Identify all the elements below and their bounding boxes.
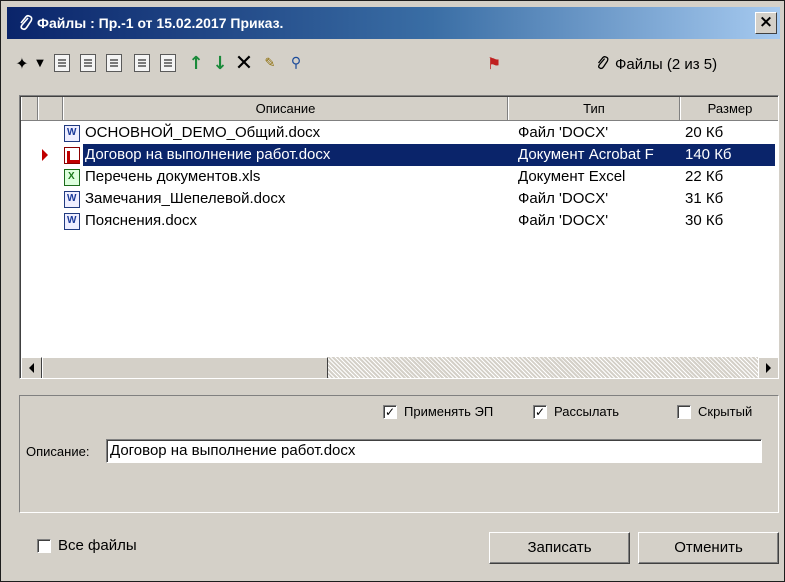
view-file-icon [80, 54, 96, 72]
compare-button[interactable] [131, 51, 153, 75]
cell-name: Замечания_Шепелевой.docx [85, 190, 286, 207]
cell-name: Перечень документов.xls [85, 168, 261, 185]
cell-type: Файл 'DOCX' [518, 212, 609, 229]
send-checkbox[interactable]: ✓ Рассылать [533, 404, 619, 419]
move-up-icon: ↑ [188, 52, 204, 74]
row-indicator-header [21, 97, 38, 120]
excel-doc-icon [64, 169, 80, 186]
horizontal-scrollbar[interactable] [21, 357, 778, 378]
paste-button[interactable] [157, 51, 179, 75]
delete-icon: ✕ [234, 50, 254, 76]
apply-ep-check-icon[interactable]: ✓ [383, 404, 397, 419]
cell-size: 140 Кб [680, 144, 775, 166]
word-doc-icon [64, 213, 80, 230]
verify-icon: ⚲ [290, 55, 302, 71]
column-header-type[interactable]: Тип [508, 97, 680, 120]
dropdown-arrow-icon: ▼ [36, 57, 44, 69]
copy-file-icon [54, 54, 70, 72]
hidden-label: Скрытый [698, 404, 753, 419]
cell-name: Договор на выполнение работ.docx [83, 144, 508, 166]
paperclip-icon [597, 56, 609, 70]
cancel-button[interactable]: Отменить [638, 532, 779, 564]
cell-size: 31 Кб [685, 190, 724, 207]
priority-icon: ⚑ [486, 53, 502, 73]
close-button[interactable]: × [755, 12, 777, 34]
table-row[interactable]: Пояснения.docx Файл 'DOCX' 30 Кб [21, 210, 778, 232]
add-file-dropdown[interactable]: ▼ [33, 51, 47, 75]
files-dialog: Файлы : Пр.-1 от 15.02.2017 Приказ. × ✦ … [0, 0, 785, 582]
paste-icon [160, 54, 176, 72]
cell-type: Файл 'DOCX' [518, 190, 609, 207]
hidden-checkbox[interactable]: Скрытый [677, 404, 752, 419]
cell-size: 20 Кб [685, 124, 724, 141]
files-table[interactable]: Описание Тип Размер ОСНОВНОЙ_DEMO_Общий.… [19, 95, 779, 379]
scroll-left-button[interactable] [21, 357, 42, 378]
copy-file-button[interactable] [51, 51, 73, 75]
all-files-checkbox[interactable]: Все файлы [37, 537, 137, 554]
verify-button[interactable]: ⚲ [285, 51, 307, 75]
move-down-button[interactable]: ↓ [209, 51, 231, 75]
view-file-button[interactable] [77, 51, 99, 75]
sign-button[interactable]: ✎ [259, 51, 281, 75]
column-header-size[interactable]: Размер [680, 97, 778, 120]
edit-file-icon [106, 54, 122, 72]
description-input[interactable]: Договор на выполнение работ.docx [106, 439, 762, 463]
table-row[interactable]: ОСНОВНОЙ_DEMO_Общий.docx Файл 'DOCX' 20 … [21, 122, 778, 144]
window-title: Файлы : Пр.-1 от 15.02.2017 Приказ. [37, 15, 284, 31]
cell-name: ОСНОВНОЙ_DEMO_Общий.docx [85, 124, 321, 141]
delete-button[interactable]: ✕ [233, 50, 255, 76]
word-doc-icon [64, 125, 80, 142]
scroll-left-icon [29, 363, 34, 373]
title-bar[interactable]: Файлы : Пр.-1 от 15.02.2017 Приказ. × [7, 7, 780, 39]
cell-name: Пояснения.docx [85, 212, 198, 229]
cell-size: 22 Кб [685, 168, 724, 185]
all-files-label: Все файлы [58, 537, 137, 554]
table-row[interactable]: Перечень документов.xls Документ Excel 2… [21, 166, 778, 188]
table-row-selected[interactable]: Договор на выполнение работ.docx Докумен… [21, 144, 778, 166]
word-doc-icon [64, 191, 80, 208]
priority-button[interactable]: ⚑ [483, 51, 505, 75]
compare-icon [134, 54, 150, 72]
cell-type: Файл 'DOCX' [518, 124, 609, 141]
hidden-check-box[interactable] [677, 404, 691, 419]
scroll-right-button[interactable] [758, 357, 778, 378]
apply-ep-label: Применять ЭП [404, 404, 494, 419]
move-up-button[interactable]: ↑ [185, 51, 207, 75]
column-header-description[interactable]: Описание [63, 97, 508, 120]
files-count-label: Файлы (2 из 5) [615, 56, 718, 73]
edit-file-button[interactable] [103, 51, 125, 75]
current-row-marker-icon [42, 149, 48, 161]
description-label: Описание: [26, 444, 90, 459]
apply-ep-checkbox[interactable]: ✓ Применять ЭП [383, 404, 493, 419]
all-files-check-box[interactable] [37, 538, 51, 553]
send-label: Рассылать [554, 404, 620, 419]
scrollbar-thumb[interactable] [42, 357, 328, 378]
table-row[interactable]: Замечания_Шепелевой.docx Файл 'DOCX' 31 … [21, 188, 778, 210]
cell-type: Документ Acrobat F [508, 144, 680, 166]
file-properties-panel: ✓ Применять ЭП ✓ Рассылать Скрытый Описа… [19, 395, 779, 513]
table-header: Описание Тип Размер [21, 97, 778, 121]
scroll-right-icon [766, 363, 771, 373]
cell-type: Документ Excel [518, 168, 626, 185]
add-file-icon: ✦ [15, 53, 29, 73]
icon-column-header [38, 97, 63, 120]
sign-icon: ✎ [264, 55, 276, 71]
cell-size: 30 Кб [685, 212, 724, 229]
files-count: Файлы (2 из 5) [595, 55, 717, 73]
send-check-icon[interactable]: ✓ [533, 404, 547, 419]
pdf-doc-icon [64, 147, 80, 164]
move-down-icon: ↓ [212, 52, 228, 74]
paperclip-icon [20, 14, 33, 31]
toolbar: ✦ ▼ ↑ ↓ ✕ ✎ ⚲ ⚑ Файлы (2 из 5) [7, 45, 780, 85]
add-file-button[interactable]: ✦ [11, 51, 33, 75]
save-button[interactable]: Записать [489, 532, 630, 564]
